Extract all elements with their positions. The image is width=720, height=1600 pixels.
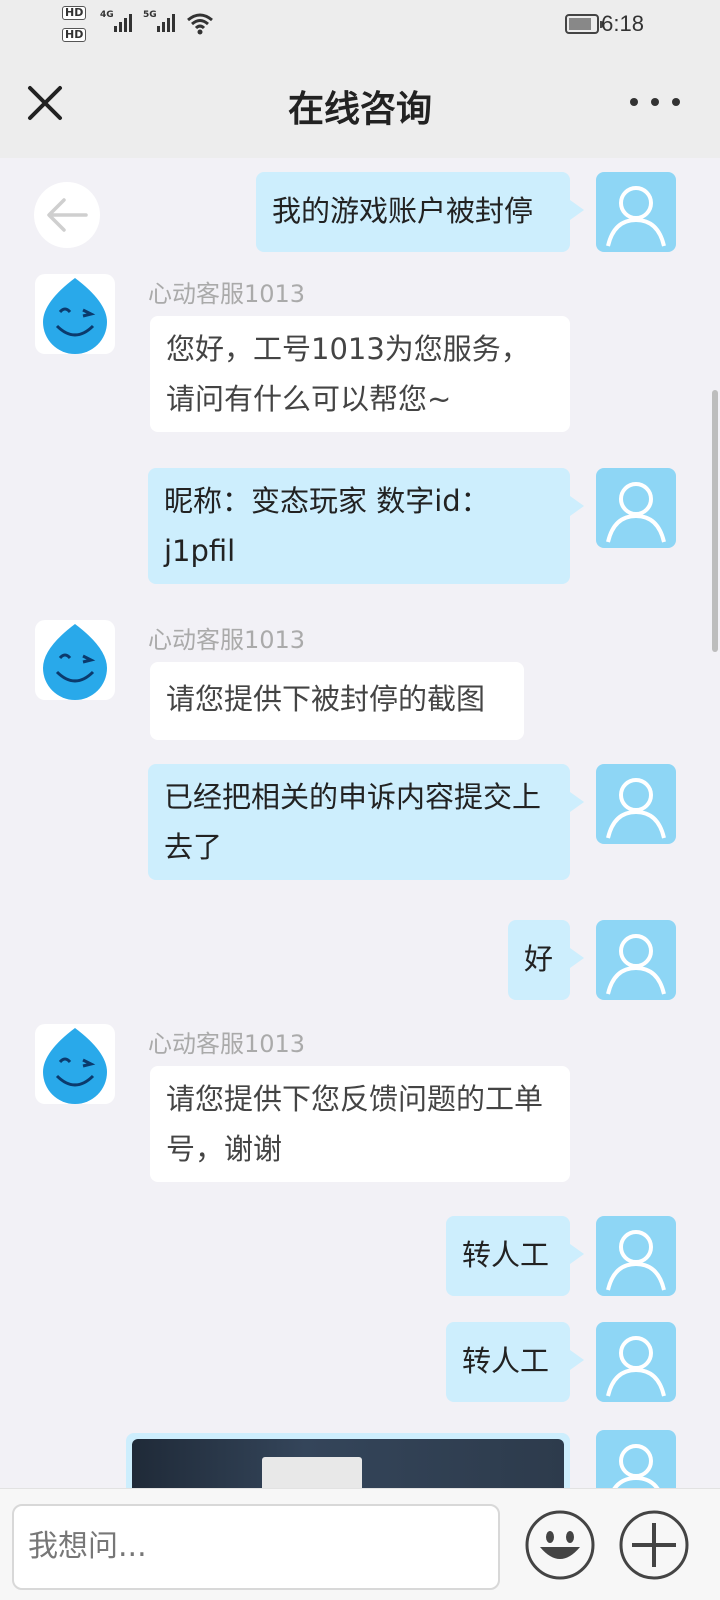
message-input[interactable]: 我想问... [12,1504,500,1590]
signal-icon-1 [114,14,132,32]
title-bar: 在线咨询 [0,48,720,158]
hd-badge-1: HD [62,6,87,20]
input-bar: 我想问... [0,1488,720,1600]
wifi-icon [187,13,213,35]
page-title: 在线咨询 [287,89,432,130]
agent-avatar-icon [35,620,115,700]
agent-name: 心动客服1013 [148,626,306,654]
agent-avatar-icon [35,274,115,354]
image-message[interactable] [126,1433,570,1488]
agent-avatar-icon [35,1024,115,1104]
agent-name: 心动客服1013 [148,1030,306,1058]
network-type-1: 4G [100,10,114,20]
chat-area[interactable]: 我的游戏账户被封停 心动客服1013 您好，工号1013为您服务，请问有什么可以… [0,158,720,1488]
back-arrow-icon[interactable] [34,182,100,248]
user-message: 昵称：变态玩家 数字id：j1pfil [148,468,584,584]
user-avatar-icon [596,468,676,548]
user-avatar-icon [596,172,676,252]
plus-icon[interactable] [618,1509,690,1581]
user-avatar-icon [596,920,676,1000]
user-avatar-icon [596,1216,676,1296]
agent-name: 心动客服1013 [148,280,306,308]
user-avatar-icon [596,764,676,844]
battery-icon [565,14,603,34]
hd-badge-2: HD [62,28,87,42]
user-message: 好 [508,920,584,1000]
scrollbar[interactable] [712,390,718,652]
signal-icon-2 [157,14,175,32]
user-avatar-icon [596,1322,676,1402]
user-message: 已经把相关的申诉内容提交上去了 [148,764,584,880]
emoji-icon[interactable] [524,1509,596,1581]
agent-message: 请您提供下被封停的截图 [150,662,524,740]
user-message: 我的游戏账户被封停 [256,172,584,252]
network-type-2: 5G [143,10,157,20]
status-bar: HD HD 4G 5G 6:18 [0,0,720,48]
agent-message: 您好，工号1013为您服务，请问有什么可以帮您~ [150,316,570,432]
more-icon[interactable] [630,92,680,112]
user-message: 转人工 [446,1322,584,1402]
user-avatar-icon [596,1430,676,1488]
screenshot-thumbnail[interactable] [132,1439,564,1488]
agent-message: 请您提供下您反馈问题的工单号，谢谢 [150,1066,570,1182]
clock: 6:18 [601,11,644,36]
user-message: 转人工 [446,1216,584,1296]
